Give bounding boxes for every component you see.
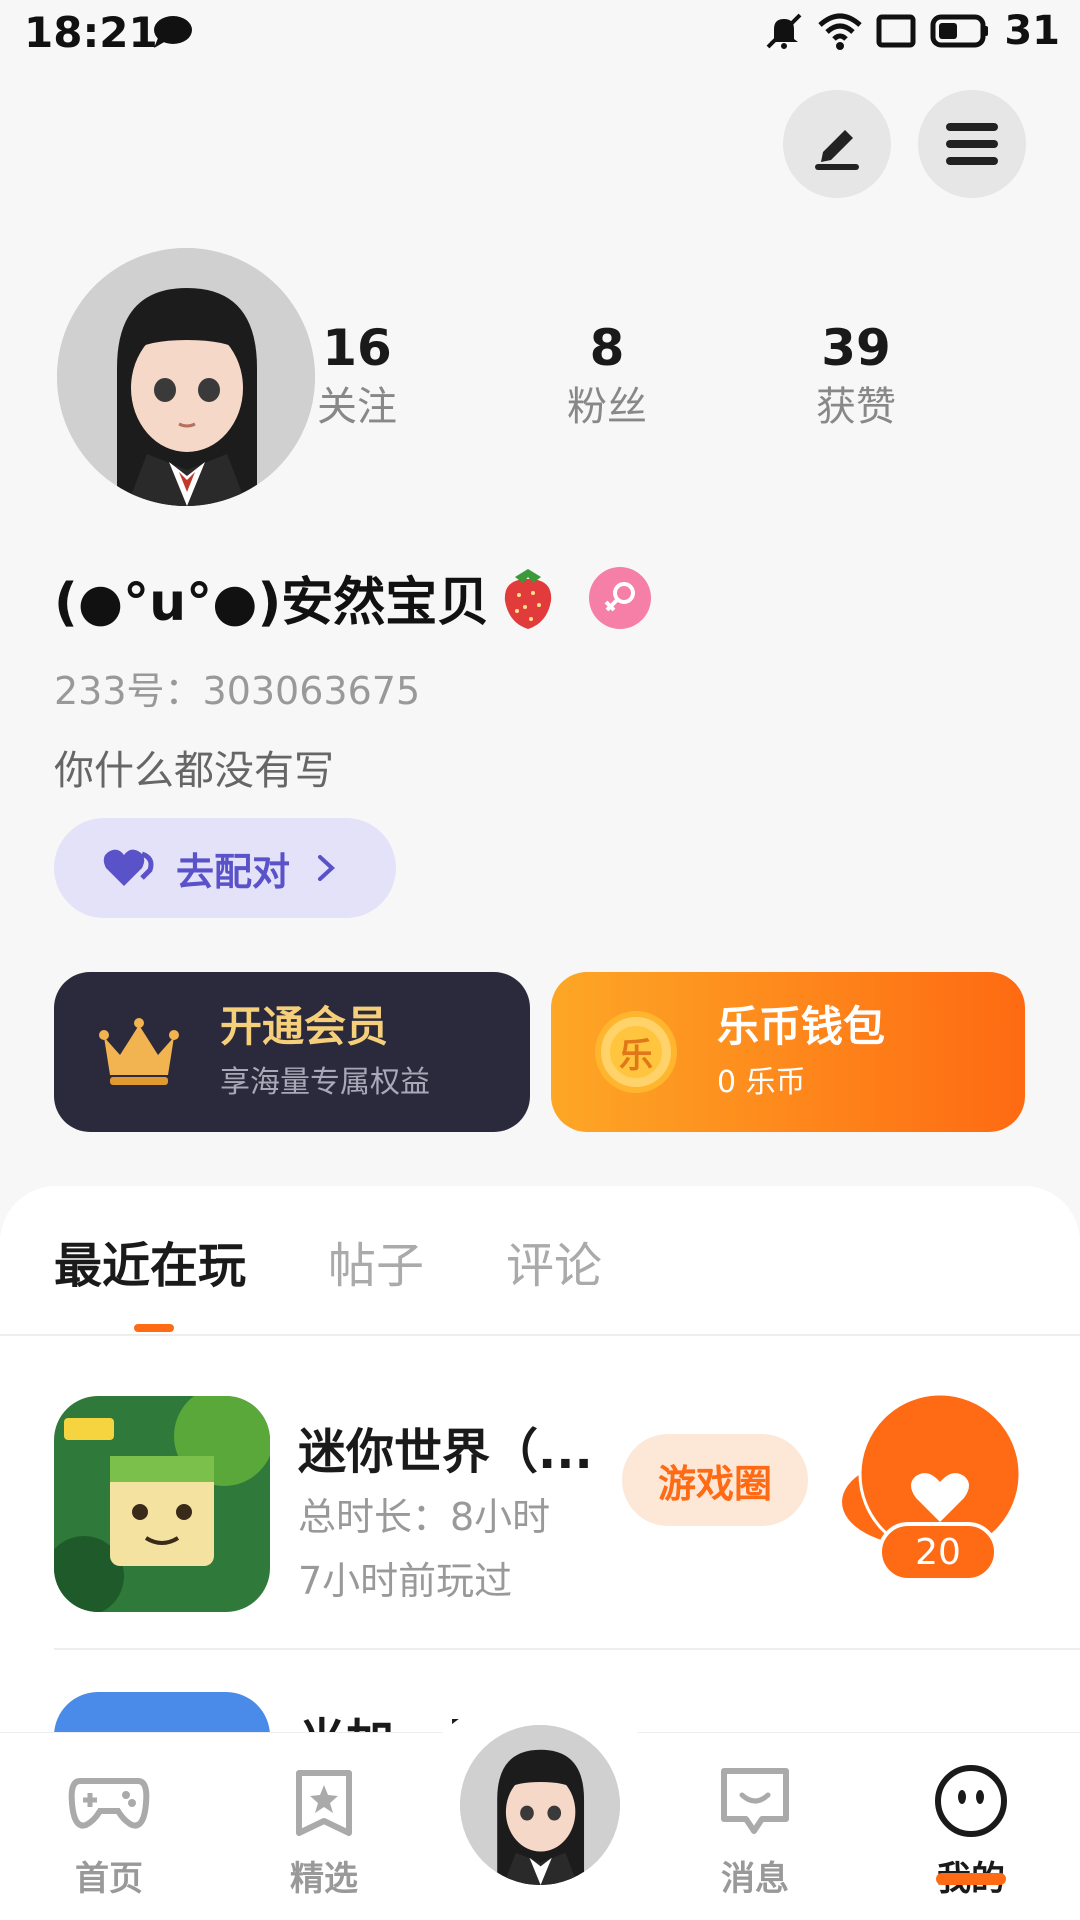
user-id: 233号：303063675 — [54, 669, 421, 713]
tab-bar: 最近在玩 帖子 评论 — [54, 1226, 602, 1296]
wallet-balance: 0 乐币 — [717, 1065, 806, 1100]
like-button[interactable]: 20 — [836, 1392, 1026, 1602]
row-divider — [54, 1648, 1080, 1650]
nav-home-label: 首页 — [75, 1859, 143, 1899]
menu-icon — [946, 123, 998, 165]
like-count: 20 — [878, 1522, 998, 1582]
coin-icon: 乐 — [591, 1007, 681, 1097]
username-row: (●°u°●)安然宝贝 — [54, 560, 652, 635]
gamepad-icon — [68, 1778, 150, 1829]
likes-count: 39 — [821, 319, 891, 377]
nav-featured[interactable]: 精选 — [259, 1763, 389, 1900]
user-bio: 你什么都没有写 — [54, 748, 334, 794]
tab-divider — [0, 1334, 1080, 1336]
vip-title: 开通会员 — [220, 1002, 389, 1051]
game-circle-button[interactable]: 游戏圈 — [622, 1434, 808, 1526]
match-button[interactable]: 去配对 — [54, 818, 396, 918]
strawberry-icon — [505, 568, 552, 629]
battery-icon — [930, 14, 989, 48]
vip-card[interactable]: 开通会员 享海量专属权益 — [54, 972, 530, 1132]
tab-posts[interactable]: 帖子 — [328, 1226, 424, 1296]
screen-icon — [876, 14, 916, 48]
match-label: 去配对 — [176, 849, 291, 894]
nav-active-indicator — [936, 1873, 1006, 1885]
edit-profile-button[interactable] — [783, 90, 891, 198]
message-icon — [721, 1768, 789, 1834]
female-gender-badge — [589, 566, 652, 629]
crown-icon — [99, 1018, 179, 1085]
menu-button[interactable] — [918, 90, 1026, 198]
female-icon — [604, 581, 636, 611]
coin-glyph: 乐 — [619, 1035, 653, 1076]
tab-recent-games[interactable]: 最近在玩 — [54, 1226, 246, 1296]
tab-comments[interactable]: 评论 — [506, 1226, 602, 1296]
nav-center-avatar[interactable] — [460, 1725, 620, 1885]
tab-active-indicator — [134, 1324, 174, 1332]
status-icons: 31 — [764, 8, 1060, 54]
vip-subtitle: 享海量专属权益 — [220, 1065, 430, 1100]
game-row[interactable]: 迷你世界（... 总时长：8小时 7小时前玩过 游戏圈 20 — [0, 1392, 1080, 1620]
pencil-icon — [815, 130, 859, 170]
wifi-icon — [818, 13, 862, 50]
chat-bubble-icon — [154, 16, 192, 48]
nav-home[interactable]: 首页 — [44, 1763, 174, 1900]
username: (●°u°●)安然宝贝 — [54, 573, 490, 633]
game-last-played: 7小时前玩过 — [298, 1559, 513, 1603]
mute-icon — [766, 13, 802, 49]
game-circle-label: 游戏圈 — [657, 1461, 772, 1506]
followers-count: 8 — [589, 319, 625, 377]
stat-following[interactable]: 16 关注 — [277, 318, 437, 436]
following-count: 16 — [322, 319, 392, 377]
game-icon-mini-world[interactable] — [54, 1396, 270, 1612]
stat-followers[interactable]: 8 粉丝 — [527, 318, 687, 436]
nav-messages-label: 消息 — [721, 1859, 789, 1899]
nav-featured-label: 精选 — [290, 1859, 358, 1899]
status-time: 18:21 — [24, 8, 158, 57]
heart-icon — [103, 849, 154, 886]
status-bar: 18:21 31 — [0, 0, 1080, 70]
face-icon — [935, 1765, 1007, 1837]
following-label: 关注 — [317, 384, 397, 430]
nav-messages[interactable]: 消息 — [690, 1763, 820, 1900]
battery-level: 31 — [1004, 8, 1060, 54]
game-total-time: 总时长：8小时 — [298, 1495, 551, 1539]
stat-likes[interactable]: 39 获赞 — [776, 318, 936, 436]
likes-label: 获赞 — [816, 384, 896, 430]
star-icon — [296, 1770, 352, 1836]
game-name: 迷你世界（... — [298, 1424, 593, 1480]
bottom-nav: 首页 精选 消息 我的 — [0, 1693, 1080, 1920]
followers-label: 粉丝 — [567, 384, 647, 430]
wallet-card[interactable]: 乐 乐币钱包 0 乐币 — [551, 972, 1025, 1132]
wallet-title: 乐币钱包 — [717, 1002, 886, 1051]
chevron-right-icon — [318, 855, 335, 881]
